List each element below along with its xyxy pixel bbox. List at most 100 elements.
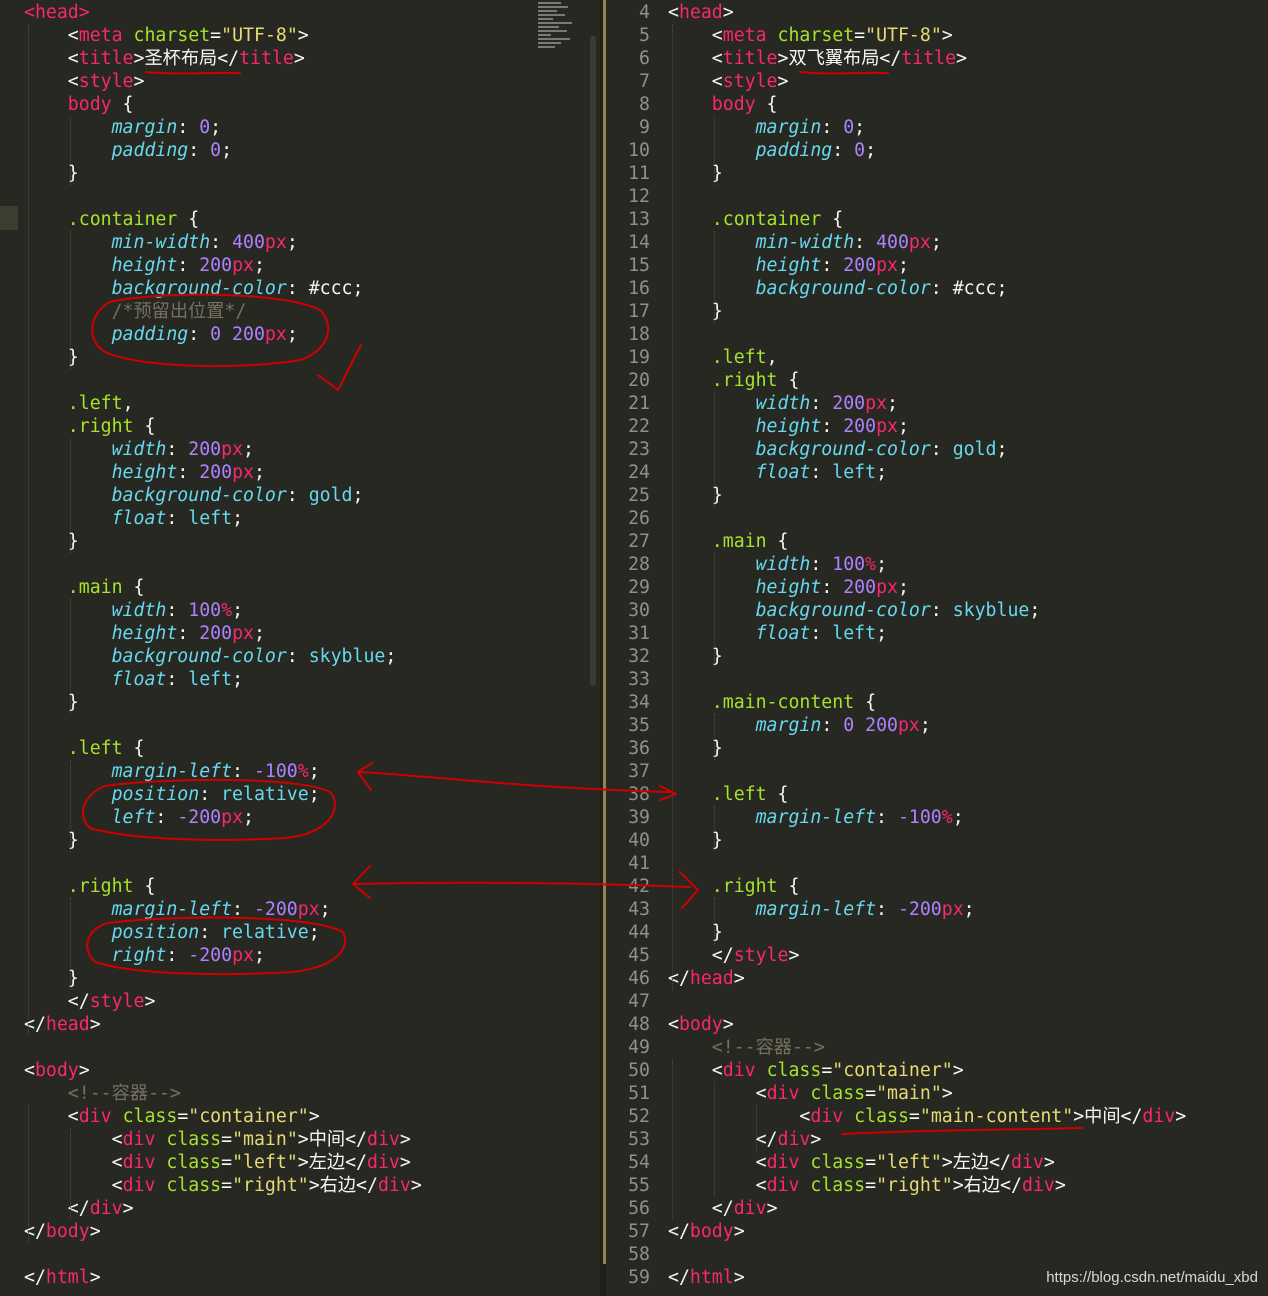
code-line[interactable]: min-width: 400px; [668,231,942,254]
code-line[interactable]: float: left; [24,668,243,691]
code-token: -100 [897,807,942,828]
code-line[interactable]: <style> [668,70,789,93]
code-line[interactable]: padding: 0; [668,139,876,162]
code-line[interactable]: .left { [668,783,789,806]
code-line[interactable]: background-color: gold; [24,484,364,507]
code-line[interactable]: height: 200px; [668,576,909,599]
code-line[interactable]: padding: 0 200px; [24,323,298,346]
line-number: 19 [628,347,650,368]
code-line[interactable]: <div class="main-content">中间</div> [668,1105,1186,1128]
code-token: ; [919,715,931,736]
code-line[interactable]: <head> [668,1,734,24]
code-line[interactable]: </head> [24,1013,101,1036]
code-line[interactable]: <div class="left">左边</div> [24,1151,411,1174]
code-line[interactable]: right: -200px; [24,944,265,967]
code-line[interactable]: .right { [24,875,156,898]
code-line[interactable]: <meta charset="UTF-8"> [24,24,309,47]
code-token: : [177,623,200,644]
code-token: ; [253,945,265,966]
code-line[interactable]: .main-content { [668,691,876,714]
code-line[interactable]: body { [24,93,134,116]
code-line[interactable]: .main { [24,576,145,599]
code-line[interactable]: <style> [24,70,145,93]
code-line[interactable]: </div> [24,1197,134,1220]
code-line[interactable]: <title>双飞翼布局</title> [668,47,967,70]
code-line[interactable]: </style> [668,944,800,967]
code-line[interactable]: margin: 0; [24,116,222,139]
code-line[interactable]: height: 200px; [24,461,265,484]
code-line[interactable]: width: 100%; [668,553,887,576]
code-line[interactable]: margin: 0 200px; [668,714,931,737]
code-line[interactable]: <body> [24,1059,90,1082]
code-line[interactable]: <div class="container"> [668,1059,964,1082]
code-token: left [188,508,233,529]
left-editor-pane[interactable]: <head> <meta charset="UTF-8"> <title>圣杯布… [0,0,600,1296]
code-line[interactable]: .left, [668,346,778,369]
code-line[interactable]: </body> [668,1220,745,1243]
code-line[interactable]: </style> [24,990,156,1013]
code-line[interactable]: .container { [24,208,199,231]
code-line[interactable]: <body> [668,1013,734,1036]
right-editor-pane[interactable]: 4 5 6 7 8 9 10 11 12 13 14 15 16 17 18 19 20 21 22 23 24 25 26… [606,0,1268,1296]
code-line[interactable]: background-color: skyblue; [24,645,397,668]
code-line[interactable]: <div class="left">左边</div> [668,1151,1055,1174]
code-line[interactable]: .right { [668,875,800,898]
code-token: ; [253,462,265,483]
line-number: 43 [628,899,650,920]
code-line[interactable]: <!--容器--> [668,1036,825,1059]
code-line[interactable]: <div class="container"> [24,1105,320,1128]
code-line[interactable]: <head> [24,1,90,24]
code-line[interactable]: <!--容器--> [24,1082,181,1105]
code-line[interactable]: width: 200px; [24,438,254,461]
code-line[interactable]: </html> [24,1266,101,1289]
code-token: 0 200 [210,324,265,345]
code-line[interactable]: margin-left: -100%; [668,806,964,829]
code-line[interactable]: height: 200px; [24,254,265,277]
code-line[interactable]: width: 200px; [668,392,898,415]
code-line[interactable]: float: left; [24,507,243,530]
code-token: height [24,462,178,483]
code-line[interactable]: <div class="right">右边</div> [24,1174,422,1197]
code-line[interactable]: .container { [668,208,843,231]
code-line[interactable]: .right { [24,415,156,438]
left-scrollbar[interactable] [590,36,596,686]
code-line[interactable]: position: relative; [24,921,320,944]
code-line[interactable]: <title>圣杯布局</title> [24,47,305,70]
code-line[interactable]: width: 100%; [24,599,243,622]
code-line[interactable]: min-width: 400px; [24,231,298,254]
code-line[interactable]: height: 200px; [24,622,265,645]
code-line[interactable]: left: -200px; [24,806,254,829]
minimap[interactable] [538,0,576,120]
line-number: 46 [628,968,650,989]
code-token: > [293,48,305,69]
code-line[interactable]: </html> [668,1266,745,1289]
code-line[interactable]: .main { [668,530,789,553]
code-line[interactable]: height: 200px; [668,254,909,277]
code-line[interactable]: </body> [24,1220,101,1243]
code-line[interactable]: <meta charset="UTF-8"> [668,24,953,47]
code-line[interactable]: background-color: #ccc; [668,277,1008,300]
code-line[interactable]: .right { [668,369,800,392]
code-line[interactable]: .left { [24,737,145,760]
code-line[interactable]: background-color: skyblue; [668,599,1041,622]
code-line[interactable]: padding: 0; [24,139,232,162]
code-line[interactable]: background-color: #ccc; [24,277,364,300]
code-line[interactable]: </head> [668,967,745,990]
code-token: < [668,71,723,92]
code-line[interactable]: height: 200px; [668,415,909,438]
code-line[interactable]: /*预留出位置*/ [24,300,247,323]
code-line[interactable]: position: relative; [24,783,320,806]
code-line[interactable]: margin: 0; [668,116,866,139]
code-line[interactable]: <div class="main"> [668,1082,953,1105]
code-line[interactable]: body { [668,93,778,116]
code-line[interactable]: .left, [24,392,134,415]
code-line[interactable]: float: left; [668,622,887,645]
code-line[interactable]: </div> [668,1197,778,1220]
code-line[interactable]: <div class="right">右边</div> [668,1174,1066,1197]
code-line[interactable]: margin-left: -100%; [24,760,320,783]
code-line[interactable]: </div> [668,1128,822,1151]
code-line[interactable]: background-color: gold; [668,438,1008,461]
code-token: > [399,1129,411,1150]
code-line[interactable]: float: left; [668,461,887,484]
code-line[interactable]: <div class="main">中间</div> [24,1128,411,1151]
